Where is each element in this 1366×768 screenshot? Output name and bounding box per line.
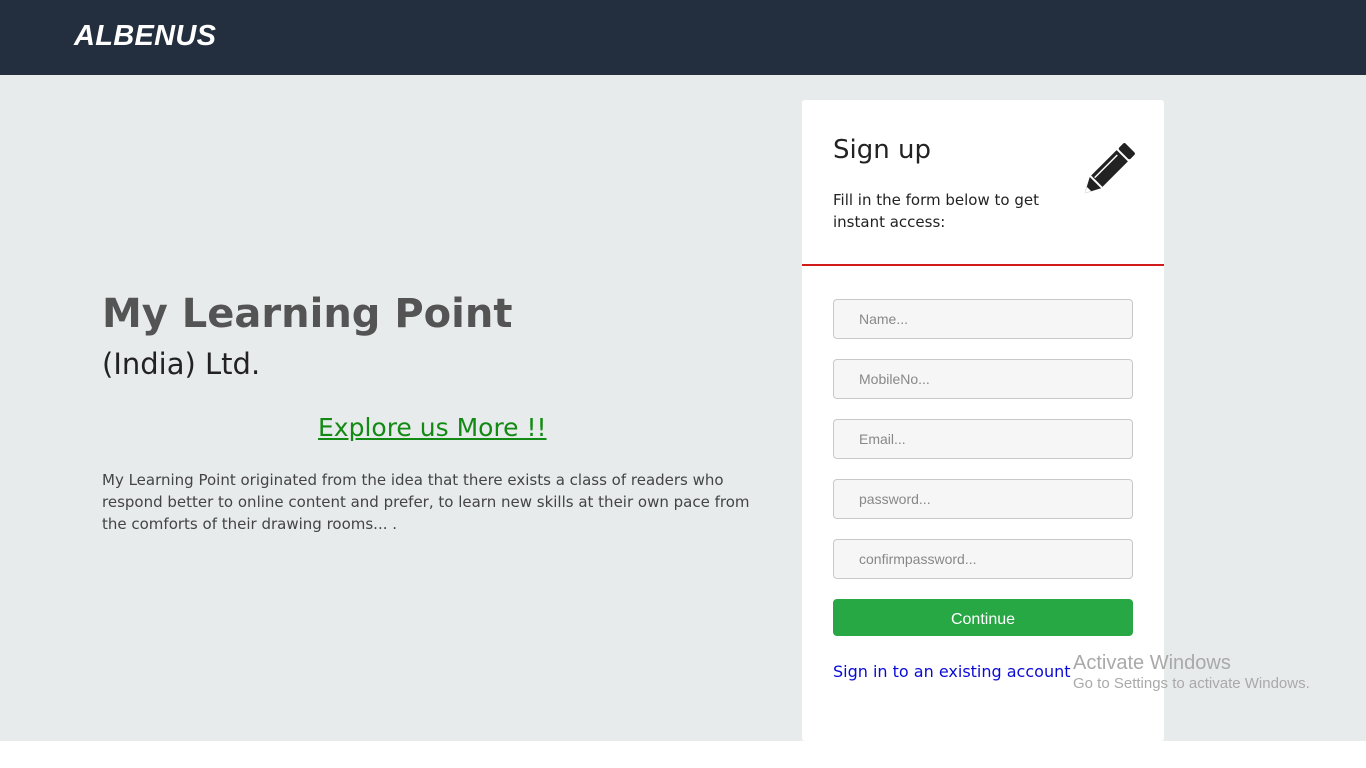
hero-description: My Learning Point originated from the id… — [102, 471, 750, 533]
name-input[interactable] — [833, 299, 1133, 339]
signup-card: Sign up Fill in the form below to get in… — [802, 100, 1164, 741]
hero-title: My Learning Point — [102, 291, 513, 337]
signup-subtitle: Fill in the form below to get instant ac… — [833, 191, 1039, 231]
signup-card-header: Sign up Fill in the form below to get in… — [802, 100, 1164, 266]
password-input[interactable] — [833, 479, 1133, 519]
brand-logo[interactable]: ALBENUS — [74, 20, 216, 53]
pencil-icon — [1084, 143, 1135, 194]
confirm-password-input[interactable] — [833, 539, 1133, 579]
footer-band — [0, 741, 1366, 768]
continue-button[interactable]: Continue — [833, 599, 1133, 636]
activate-windows-watermark: Activate Windows Go to Settings to activ… — [1073, 651, 1310, 694]
signup-title: Sign up — [833, 135, 931, 165]
email-input[interactable] — [833, 419, 1133, 459]
signin-link[interactable]: Sign in to an existing account — [833, 662, 1071, 681]
explore-more-link[interactable]: Explore us More !! — [318, 413, 547, 442]
mobile-input[interactable] — [833, 359, 1133, 399]
main-section: My Learning Point (India) Ltd. Explore u… — [0, 75, 1366, 741]
watermark-title: Activate Windows — [1073, 652, 1231, 674]
watermark-subtitle: Go to Settings to activate Windows. — [1073, 675, 1310, 692]
top-navbar: ALBENUS — [0, 0, 1366, 75]
hero-subtitle: (India) Ltd. — [102, 347, 261, 381]
